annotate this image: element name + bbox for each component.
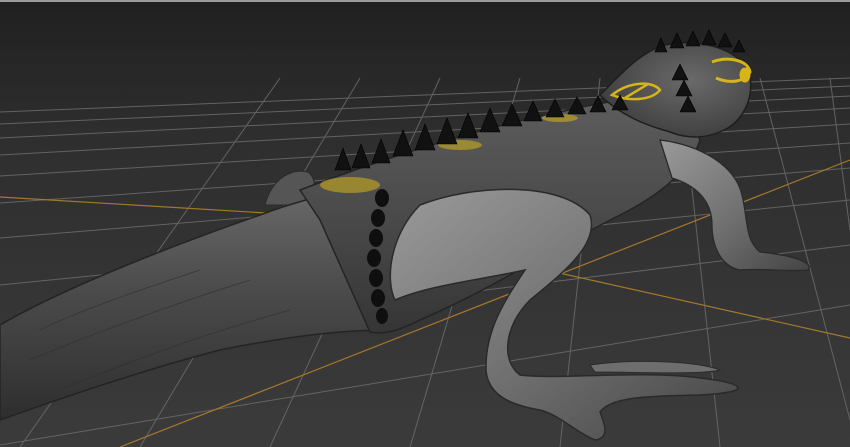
near-front-leg [389, 188, 739, 441]
3d-viewport[interactable] [0, 0, 850, 447]
far-front-leg [659, 139, 810, 272]
near-front-toe-1 [589, 360, 722, 374]
scene-canvas[interactable] [0, 0, 850, 447]
